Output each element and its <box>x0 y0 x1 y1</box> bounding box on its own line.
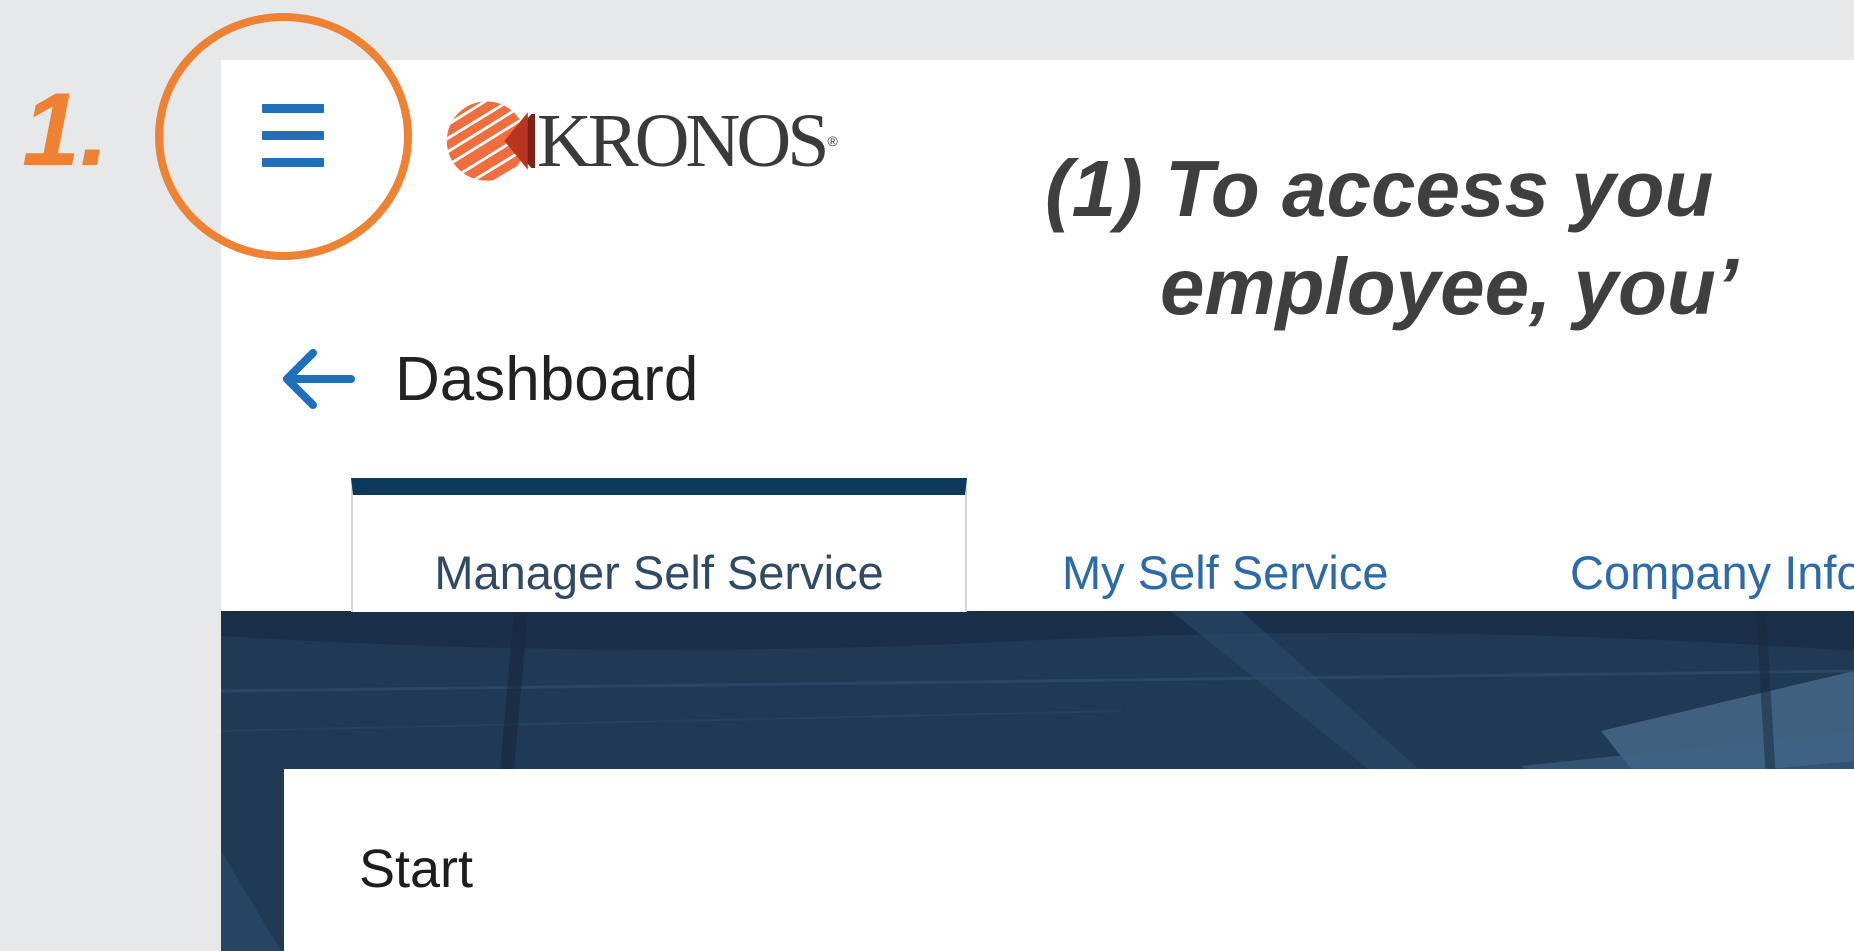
step-number: 1. <box>22 72 109 188</box>
start-card: Start <box>284 769 1854 951</box>
arrow-left-icon[interactable] <box>283 348 355 410</box>
menu-bar <box>262 158 324 167</box>
logo-registered-mark: ® <box>827 133 838 149</box>
hamburger-menu-icon[interactable] <box>262 104 324 172</box>
start-card-title: Start <box>359 839 474 899</box>
tab-company-info[interactable]: Company Info <box>1570 478 1854 612</box>
page-title: Dashboard <box>395 345 699 414</box>
screenshot-stage: 1. KRONOS ® (1) To access you employee, … <box>0 0 1854 951</box>
instruction-caption: (1) To access you employee, you’ <box>1045 140 1854 336</box>
tab-manager-self-service[interactable]: Manager Self Service <box>351 478 967 612</box>
menu-bar <box>262 131 324 140</box>
tab-my-self-service[interactable]: My Self Service <box>1062 478 1388 612</box>
instruction-line-1: (1) To access you <box>1045 144 1714 233</box>
kronos-logo[interactable]: KRONOS ® <box>445 96 838 186</box>
instruction-line-2: employee, you’ <box>1160 242 1738 331</box>
kronos-logo-icon <box>446 101 535 181</box>
menu-bar <box>262 104 324 113</box>
logo-text: KRONOS <box>537 99 829 183</box>
